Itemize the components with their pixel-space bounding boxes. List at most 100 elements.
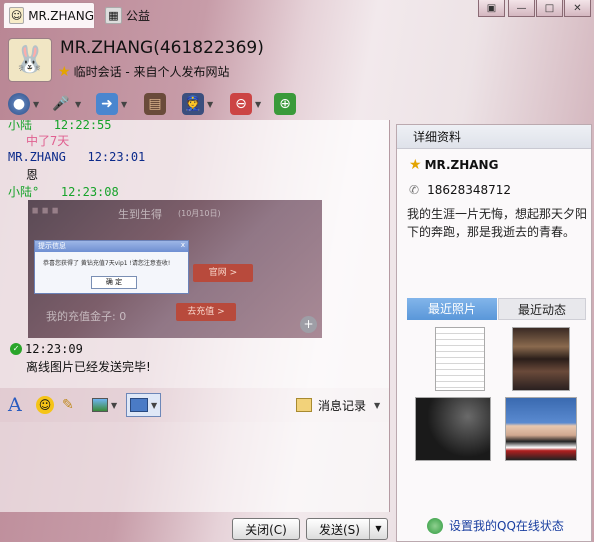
send-options-icon[interactable]: ▼ xyxy=(369,519,387,539)
remote-desktop-button[interactable]: ▤ xyxy=(144,91,166,117)
sender-name: 小陆° xyxy=(8,185,40,199)
details-phone-row: ✆ 18628348712 xyxy=(409,183,511,197)
photo-thumbnail[interactable] xyxy=(512,327,570,391)
dialog-close-icon: x xyxy=(180,241,185,249)
chevron-down-icon: ▼ xyxy=(207,99,214,109)
image-watermark: ⋯ xyxy=(30,200,60,229)
message-header: MR.ZHANG 12:23:01 xyxy=(8,150,145,164)
contact-header: 🐰 MR.ZHANG(461822369) ★ 临时会话 - 来自个人发布网站 xyxy=(0,28,594,90)
font-button[interactable]: A xyxy=(8,394,22,416)
screenshot-icon xyxy=(130,398,148,412)
chevron-down-icon: ▼ xyxy=(151,400,158,410)
chevron-down-icon: ▼ xyxy=(33,99,40,109)
tab-mr-zhang[interactable]: ☺ MR.ZHANG xyxy=(3,2,95,28)
microphone-icon: 🎤 xyxy=(52,96,70,112)
message-header: 小陆° 12:23:08 xyxy=(8,183,119,200)
tab-label: MR.ZHANG xyxy=(28,8,94,23)
monitor-icon: ▤ xyxy=(144,93,166,115)
details-phone: 18628348712 xyxy=(427,183,512,197)
chevron-down-icon: ▼ xyxy=(374,400,381,410)
tab-recent-photos[interactable]: 最近照片 xyxy=(407,298,497,320)
magic-emoji-button[interactable]: ✎ xyxy=(62,394,74,416)
close-window-button[interactable]: 关闭(C) xyxy=(232,518,300,540)
emoji-button[interactable]: ☺ xyxy=(36,394,54,416)
zoom-icon[interactable]: + xyxy=(300,316,317,333)
video-call-button[interactable]: ● ▼ xyxy=(8,91,39,117)
gold-text: 我的充值金子: 0 xyxy=(46,310,127,323)
image-message[interactable]: ⋯ 生到生得 (10月10日) 官网 > 去充值 > 我的充值金子: 0 提示信… xyxy=(28,200,322,338)
tab-label: 公益 xyxy=(126,8,151,23)
contacts-button[interactable]: 👮 ▼ xyxy=(182,91,213,117)
message-input[interactable] xyxy=(0,422,390,512)
session-text: 临时会话 - 来自个人发布网站 xyxy=(73,65,230,79)
session-info: ★ 临时会话 - 来自个人发布网站 xyxy=(58,63,230,80)
maximize-button[interactable]: □ xyxy=(536,0,563,17)
contact-name: MR.ZHANG(461822369) xyxy=(60,38,264,58)
chat-window: ☺ MR.ZHANG ▦ 公益 ▣ — □ ✕ 🐰 MR.ZHANG(46182… xyxy=(0,0,594,542)
chat-history[interactable]: 小陆 12:22:55 中了7天 MR.ZHANG 12:23:01 恩 小陆°… xyxy=(0,120,390,388)
message-text: 中了7天 xyxy=(26,134,70,148)
close-icon: ✕ xyxy=(573,2,582,14)
smiley-icon: ☺ xyxy=(36,396,54,414)
avatar-icon: ☺ xyxy=(9,7,25,24)
phone-icon: ✆ xyxy=(409,183,420,197)
official-site-button: 官网 > xyxy=(193,264,253,282)
message-time: 12:22:55 xyxy=(53,120,112,132)
dialog-message: 恭喜您获得了 黄钻充值7天vip1 !请您注意查收! xyxy=(43,260,171,267)
message-time: 12:23:01 xyxy=(87,150,146,164)
chevron-down-icon: ▼ xyxy=(121,99,128,109)
voice-call-button[interactable]: 🎤 ▼ xyxy=(50,91,81,117)
screenshot-button[interactable]: ▼ xyxy=(126,393,162,417)
send-label: 发送(S) xyxy=(319,522,360,537)
sender-name: 小陆 xyxy=(8,120,33,132)
system-message-header: ✓ 12:23:09 xyxy=(10,342,83,356)
send-file-button[interactable]: ➜ ▼ xyxy=(96,91,127,117)
message-text: 恩 xyxy=(26,168,39,182)
message-time: 12:23:09 xyxy=(25,342,83,356)
menu-icon: ▣ xyxy=(486,2,497,14)
photo-thumbnail[interactable] xyxy=(415,397,491,461)
close-button[interactable]: ✕ xyxy=(564,0,591,17)
tab-charity[interactable]: ▦ 公益 xyxy=(103,2,163,28)
block-user-button[interactable]: ⊖ ▼ xyxy=(230,91,261,117)
history-label: 消息记录 xyxy=(318,398,367,413)
contact-avatar[interactable]: 🐰 xyxy=(8,38,52,82)
sender-name: MR.ZHANG xyxy=(8,150,66,164)
remove-user-icon: ⊖ xyxy=(230,93,252,115)
chevron-down-icon: ▼ xyxy=(255,99,262,109)
star-icon: ★ xyxy=(409,157,422,173)
system-message-text: 离线图片已经发送完毕! xyxy=(26,360,151,374)
maximize-icon: □ xyxy=(544,2,555,14)
chevron-down-icon: ▼ xyxy=(75,99,82,109)
webcam-icon: ● xyxy=(8,93,30,115)
send-button[interactable]: 发送(S) ▼ xyxy=(306,518,388,540)
details-signature: 我的生涯一片无悔，想起那天夕阳下的奔跑，那是我逝去的青春。 xyxy=(407,207,588,239)
message-history-button[interactable]: 消息记录 ▼ xyxy=(296,394,380,416)
dialog-title: 提示信息 xyxy=(35,241,188,252)
check-icon: ✓ xyxy=(10,343,22,355)
add-user-button[interactable]: ⊕ xyxy=(274,91,296,117)
chevron-down-icon: ▼ xyxy=(111,400,118,410)
photo-thumbnail[interactable] xyxy=(505,397,577,461)
menu-button[interactable]: ▣ xyxy=(478,0,505,17)
folder-icon: ➜ xyxy=(96,93,118,115)
recharge-button: 去充值 > xyxy=(176,303,236,321)
image-text: 生到生得 xyxy=(118,208,162,221)
bottom-bar: 关闭(C) 发送(S) ▼ xyxy=(0,512,394,542)
police-icon: 👮 xyxy=(182,93,204,115)
image-text: (10月10日) xyxy=(178,209,221,218)
image-icon xyxy=(92,398,108,412)
photo-thumbnail[interactable] xyxy=(435,327,485,391)
minimize-icon: — xyxy=(516,2,527,14)
minimize-button[interactable]: — xyxy=(508,0,535,17)
edit-icon: ✎ xyxy=(62,397,74,413)
charity-icon: ▦ xyxy=(105,6,122,24)
tab-recent-activity[interactable]: 最近动态 xyxy=(498,298,586,320)
font-icon: A xyxy=(8,394,22,416)
qq-status-icon xyxy=(427,517,443,534)
details-name-row: ★ MR.ZHANG xyxy=(409,157,498,173)
details-name: MR.ZHANG xyxy=(424,158,499,172)
online-status-link[interactable]: 设置我的QQ在线状态 xyxy=(427,517,564,534)
title-bar: ☺ MR.ZHANG ▦ 公益 ▣ — □ ✕ xyxy=(0,0,594,28)
send-image-button[interactable]: ▼ xyxy=(92,394,117,416)
